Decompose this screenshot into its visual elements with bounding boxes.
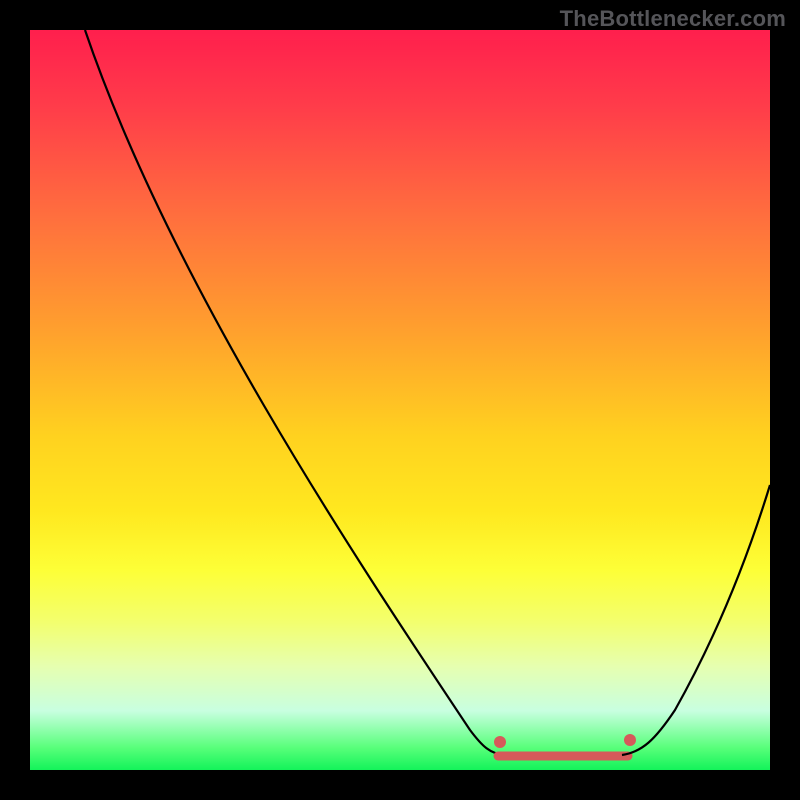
gradient-plot-area [30, 30, 770, 770]
chart-frame: TheBottlenecker.com [0, 0, 800, 800]
trough-dot-left [494, 736, 506, 748]
watermark-text: TheBottlenecker.com [560, 6, 786, 32]
curve-left-branch [85, 30, 505, 755]
trough-dot-right [624, 734, 636, 746]
curve-right-branch [622, 485, 770, 755]
curve-layer [30, 30, 770, 770]
